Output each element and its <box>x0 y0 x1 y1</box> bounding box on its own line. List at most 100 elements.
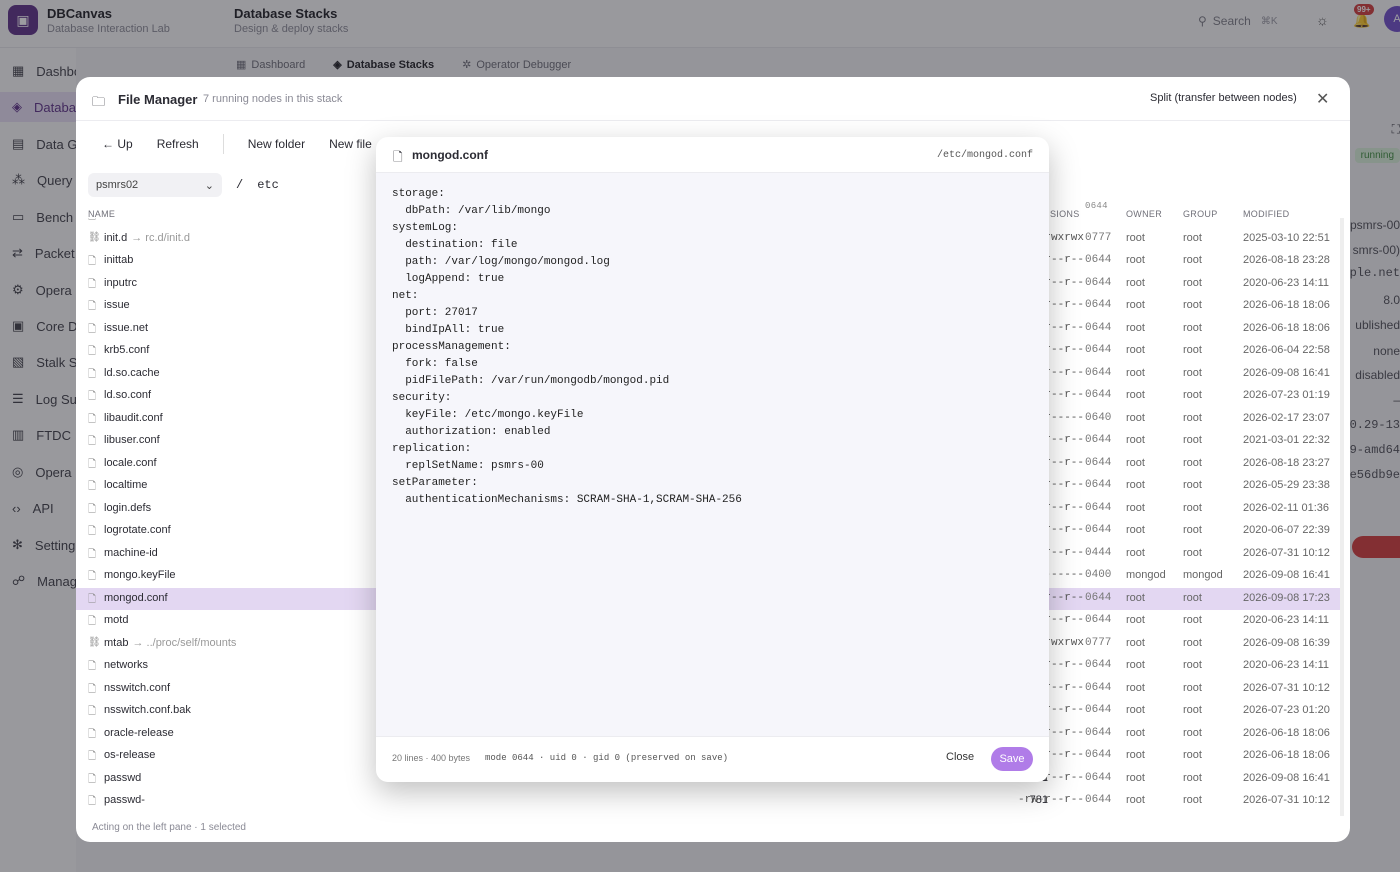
file-modified: 2025-03-10 22:51 <box>1243 231 1330 244</box>
file-modified: 2026-05-29 23:38 <box>1243 479 1330 491</box>
file-modified: 2026-07-23 01:19 <box>1243 389 1330 401</box>
file-name: inittab <box>104 254 133 266</box>
node-select[interactable]: psmrs02 ⌄ <box>88 173 222 197</box>
file-name: motd <box>104 614 128 626</box>
file-icon: 🗋 <box>88 503 97 515</box>
file-manager-subtitle: 7 running nodes in this stack <box>203 93 343 105</box>
file-name-text: nsswitch.conf.bak <box>104 704 191 716</box>
file-icon: 🗋 <box>88 256 97 267</box>
file-modified: 2026-09-08 16:41 <box>1243 366 1330 379</box>
new-folder-button[interactable]: New folder <box>248 137 305 151</box>
file-owner: root <box>1126 726 1145 739</box>
file-name-text: inittab <box>104 254 134 266</box>
file-modified: 2020-06-23 14:11 <box>1243 276 1330 289</box>
file-name-text: ld.so.conf <box>104 389 152 401</box>
file-owner: root <box>1126 276 1145 289</box>
file-name-text: inputrc <box>104 276 138 289</box>
editor-path: /etc/mongod.conf <box>936 150 1033 161</box>
file-icon: 🗋 <box>88 413 97 425</box>
file-modified: 2020-06-23 14:11 <box>1243 659 1330 671</box>
file-mode: 0644 <box>1085 299 1112 311</box>
file-name: libuser.conf <box>104 434 160 446</box>
split-toggle[interactable]: Split (transfer between nodes) <box>1150 92 1297 104</box>
editor-footer: 20 lines · 400 bytes mode 0644 · uid 0 ·… <box>376 736 1049 782</box>
file-owner: root <box>1126 614 1145 626</box>
file-name: localtime <box>104 479 147 491</box>
arrow-left-icon: ← <box>102 137 114 151</box>
file-owner: root <box>1126 771 1145 784</box>
file-icon: 🗋 <box>88 751 97 762</box>
file-mode: 0644 <box>1085 218 1111 221</box>
file-modified: 2026-09-08 16:39 <box>1243 218 1330 221</box>
scrollbar[interactable] <box>1340 218 1344 816</box>
symlink-target: → ../proc/self/mounts <box>132 636 237 649</box>
file-icon: 🗋 <box>88 728 97 740</box>
file-name-text: nsswitch.conf <box>104 681 171 694</box>
file-group: mongod <box>1183 569 1223 581</box>
new-file-button[interactable]: New file <box>329 137 372 151</box>
file-name-text: os-release <box>104 749 156 761</box>
file-group: root <box>1183 299 1202 311</box>
file-mode: 0644 <box>1085 704 1112 716</box>
file-mode: 0644 <box>1085 366 1112 379</box>
file-name: mtab → ../proc/self/mounts <box>104 637 236 649</box>
file-group: root <box>1183 479 1202 491</box>
file-owner: root <box>1126 546 1145 559</box>
close-icon[interactable]: ✕ <box>1316 89 1329 109</box>
path-separator: / <box>236 178 244 192</box>
file-mode: 0644 <box>1085 614 1112 626</box>
file-modified: 2026-02-11 01:36 <box>1243 501 1330 514</box>
file-mode: 0644 <box>1085 479 1112 491</box>
file-name-text: libuser.conf <box>104 434 160 446</box>
folder-icon: 🗀 <box>92 94 106 109</box>
file-icon: 🗋 <box>88 436 97 447</box>
file-modified: 2026-07-31 10:12 <box>1243 794 1330 806</box>
code-editor[interactable]: storage: dbPath: /var/lib/mongo systemLo… <box>392 186 1032 726</box>
file-group: root <box>1183 366 1202 379</box>
file-name: locale.conf <box>104 457 157 469</box>
file-mode: 0444 <box>1085 546 1112 559</box>
chevron-down-icon: ⌄ <box>204 179 214 192</box>
save-button[interactable]: Save <box>991 747 1033 771</box>
file-group: root <box>1183 524 1202 536</box>
file-name: networks <box>104 659 148 671</box>
file-name: machine-id <box>104 547 158 559</box>
file-name-text: mtab <box>104 636 129 649</box>
file-owner: root <box>1126 434 1145 446</box>
file-name: ld.so.conf <box>104 389 151 401</box>
up-button[interactable]: ← Up <box>102 137 133 151</box>
file-modified: 2026-09-08 17:23 <box>1243 591 1330 604</box>
close-button[interactable]: Close <box>946 751 974 763</box>
file-name: ld.so.cache <box>104 367 160 379</box>
file-icon: 🗋 <box>88 278 97 290</box>
table-row[interactable]: 🗋 passwd- 781 -rw-r--r-- 0644 root root 2026-07… <box>76 790 1340 812</box>
file-owner: root <box>1126 501 1145 514</box>
file-name: nsswitch.conf <box>104 682 170 694</box>
file-group: root <box>1183 254 1202 266</box>
file-permissions: -rw-r--r-- <box>1018 794 1085 806</box>
node-select-value: psmrs02 <box>96 179 139 191</box>
file-modified: 2026-07-31 10:12 <box>1243 681 1330 694</box>
file-name-text: oracle-release <box>104 726 174 739</box>
file-modified: 2026-06-18 18:06 <box>1243 726 1330 739</box>
file-name-text: networks <box>104 659 149 671</box>
file-mode: 0777 <box>1085 231 1112 244</box>
refresh-button[interactable]: Refresh <box>157 137 199 151</box>
file-mode: 0640 <box>1085 411 1112 424</box>
file-icon: 🗋 <box>88 218 96 226</box>
file-name: inputrc <box>104 277 137 289</box>
file-stats: 20 lines · 400 bytes <box>392 753 471 763</box>
breadcrumb[interactable]: etc <box>257 178 279 192</box>
file-group: root <box>1183 704 1202 716</box>
file-group: root <box>1183 726 1202 739</box>
file-name-text: libaudit.conf <box>104 411 163 424</box>
link-icon: ⛓ <box>88 636 101 648</box>
file-icon: 🗋 <box>88 301 97 312</box>
file-name-text: hosts <box>104 218 130 221</box>
file-mode: 0777 <box>1085 636 1112 649</box>
file-owner: root <box>1126 479 1145 491</box>
file-modified: 2021-03-01 22:32 <box>1243 434 1330 446</box>
file-modified: 2020-06-23 14:11 <box>1243 614 1330 626</box>
file-mode: 0400 <box>1085 569 1112 581</box>
file-name-text: locale.conf <box>104 456 157 469</box>
